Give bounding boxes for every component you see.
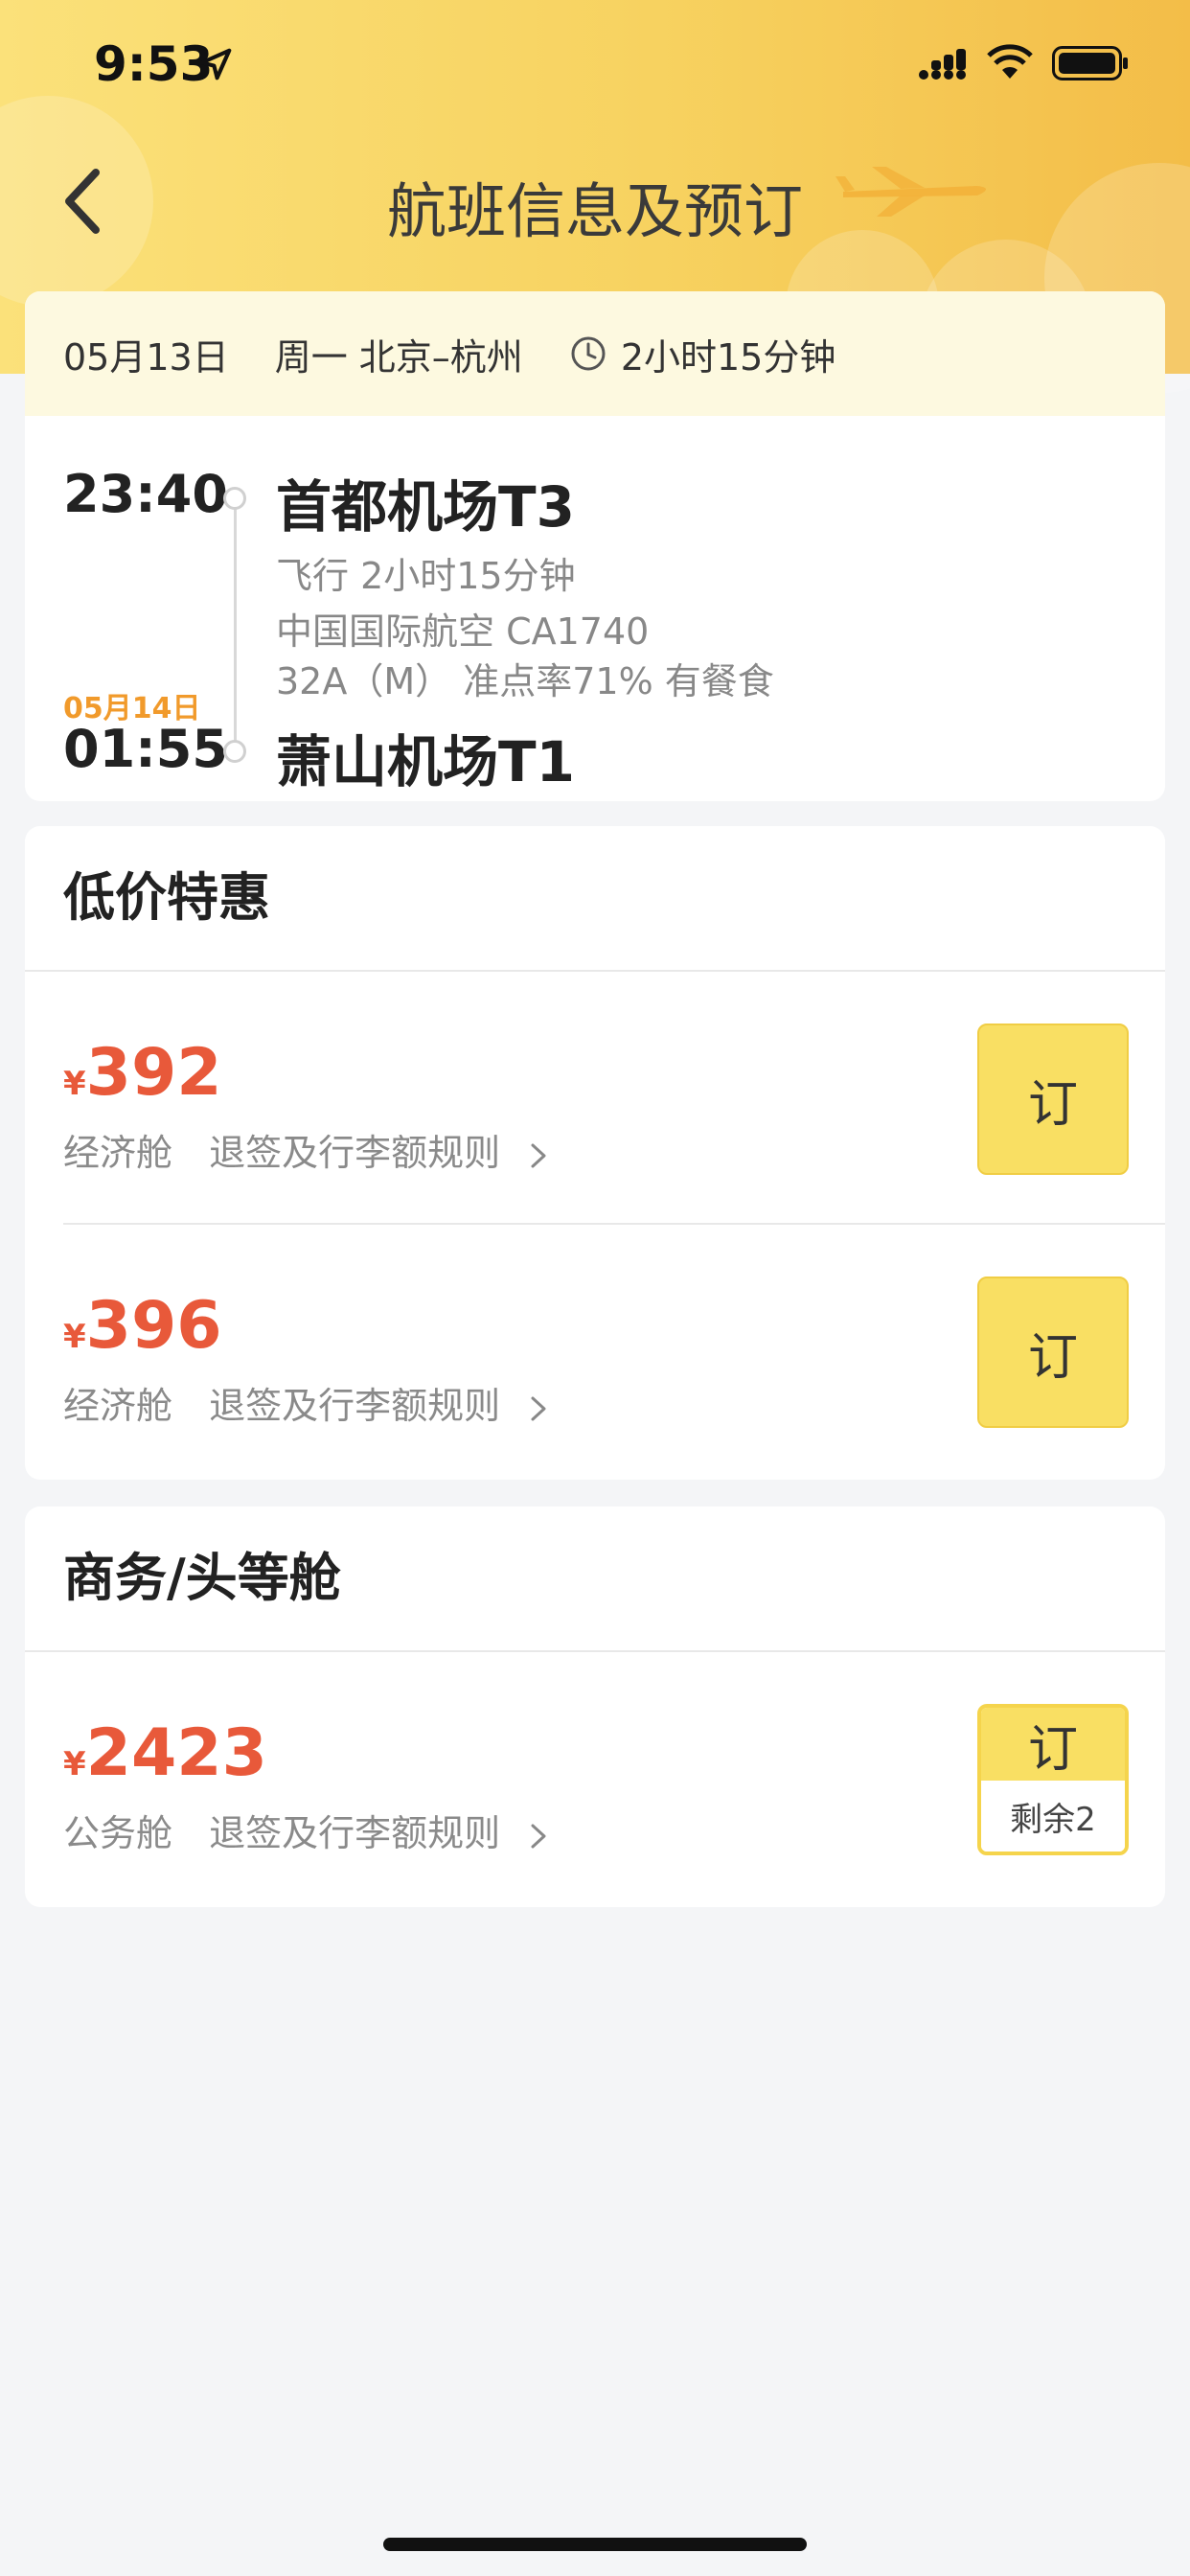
flight-time-info: 飞行 2小时15分钟 [276,555,576,597]
airplane-icon [835,167,986,217]
section-title-business: 商务/头等舱 [25,1506,1165,1652]
fare-price: ¥392 [63,1035,222,1111]
airline-info: 中国国际航空 CA1740 [276,610,650,653]
currency-symbol: ¥ [63,1745,86,1783]
currency-symbol: ¥ [63,1318,86,1356]
cabin-class: 经济舱 [63,1132,173,1174]
fare-row: ¥2423 公务舱 退签及行李额规则 订 剩余2 [25,1652,1165,1905]
flight-duration: 2小时15分钟 [620,335,836,379]
location-arrow-icon [199,48,232,80]
status-time: 9:53 [94,36,214,92]
status-bar: 9:53 [0,0,1190,125]
arrival-airport: 萧山机场T1 [276,729,575,794]
chevron-right-icon [531,1396,546,1420]
price-value: 2423 [85,1715,267,1791]
rules-link[interactable]: 退签及行李额规则 [209,1385,500,1427]
fare-description[interactable]: 经济舱 退签及行李额规则 [63,1123,548,1176]
price-value: 396 [85,1288,222,1364]
arrival-time: 01:55 [63,719,228,779]
chevron-right-icon [531,1824,546,1848]
currency-symbol: ¥ [63,1065,86,1103]
chevron-right-icon [531,1143,546,1167]
departure-time: 23:40 [63,464,228,524]
fare-description[interactable]: 经济舱 退签及行李额规则 [63,1376,548,1429]
cabin-class: 经济舱 [63,1385,173,1427]
aircraft-info: 32A（M） 准点率71% 有餐食 [276,660,774,702]
fare-price: ¥396 [63,1288,222,1364]
departure-dot [223,487,246,510]
rules-link[interactable]: 退签及行李额规则 [209,1132,500,1174]
signal-icon [919,49,966,80]
remaining-seats: 剩余2 [981,1781,1125,1852]
flight-date: 05月13日 [63,335,229,379]
book-button[interactable]: 订 [977,1276,1129,1428]
flight-date-row: 05月13日 周一 北京–杭州 2小时15分钟 [25,291,1165,416]
business-class-section: 商务/头等舱 ¥2423 公务舱 退签及行李额规则 订 剩余2 [25,1506,1165,1907]
home-indicator [383,2538,807,2551]
rules-link[interactable]: 退签及行李额规则 [209,1812,500,1854]
clock-icon [571,336,606,371]
fare-price: ¥2423 [63,1715,267,1791]
battery-icon [1052,46,1128,80]
book-button[interactable]: 订 [977,1024,1129,1175]
section-title-low-price: 低价特惠 [25,826,1165,972]
flight-info-card: 05月13日 周一 北京–杭州 2小时15分钟 23:40 05月14日 01:… [25,291,1165,801]
page-title: 航班信息及预订 [386,176,803,246]
timeline-line [234,496,237,748]
wifi-icon [987,44,1033,79]
low-price-section: 低价特惠 ¥392 经济舱 退签及行李额规则 订 ¥396 经济舱 退签及行李额… [25,826,1165,1480]
departure-airport: 首都机场T3 [276,474,575,540]
price-value: 392 [85,1035,222,1111]
cabin-class: 公务舱 [63,1812,173,1854]
book-button-with-remaining[interactable]: 订 剩余2 [977,1704,1129,1855]
fare-row: ¥396 经济舱 退签及行李额规则 订 [25,1225,1165,1478]
book-label: 订 [981,1708,1125,1781]
navigation-bar: 航班信息及预订 [0,144,1190,249]
flight-route: 周一 北京–杭州 [274,335,523,379]
fare-row: ¥392 经济舱 退签及行李额规则 订 [25,972,1165,1225]
fare-description[interactable]: 公务舱 退签及行李额规则 [63,1804,548,1856]
arrival-dot [223,740,246,763]
